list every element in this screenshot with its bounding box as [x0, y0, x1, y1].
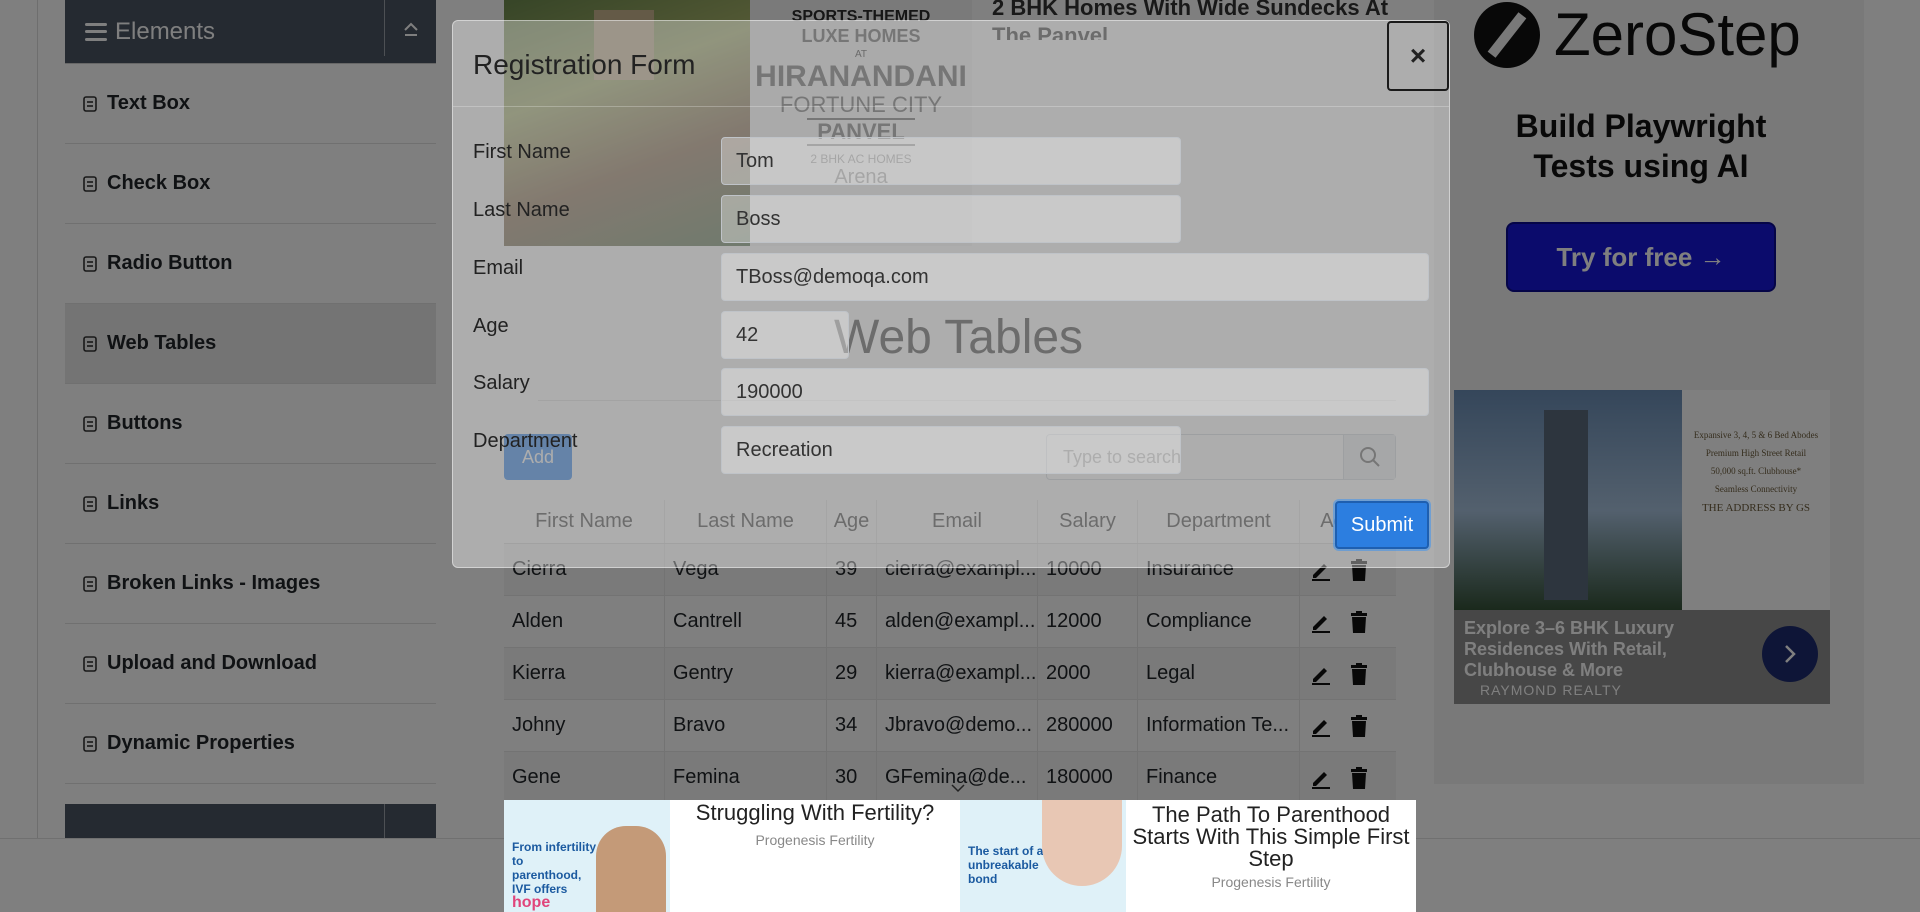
- department-input[interactable]: Recreation: [721, 426, 1181, 474]
- salary-input[interactable]: 190000: [721, 368, 1429, 416]
- last-name-input[interactable]: Boss: [721, 195, 1181, 243]
- email-label: Email: [473, 257, 524, 279]
- first-name-input[interactable]: Tom: [721, 137, 1181, 185]
- ad-source: Progenesis Fertility: [755, 832, 875, 848]
- first-name-label: First Name: [473, 141, 571, 163]
- department-label: Department: [473, 430, 578, 452]
- ad-text-block: The Path To Parenthood Starts With This …: [1126, 800, 1416, 912]
- last-name-label: Last Name: [473, 199, 570, 221]
- ad-thumb-text-line: parenthood, IVF offers: [512, 868, 582, 896]
- modal-header: Registration Form ×: [453, 21, 1449, 107]
- email-input[interactable]: TBoss@demoqa.com: [721, 253, 1429, 301]
- ad-bottom-banner[interactable]: From infertility to parenthood, IVF offe…: [504, 800, 1416, 912]
- ad-unit[interactable]: The start of an unbreakable bond The Pat…: [960, 800, 1416, 912]
- ad-thumb-text-line: unbreakable bond: [968, 858, 1039, 886]
- ad-headline: The Path To Parenthood Starts With This …: [1132, 802, 1410, 871]
- ad-hands-image: [1042, 800, 1122, 886]
- ad-thumb-text-line: The start of an: [968, 844, 1051, 858]
- registration-modal: Registration Form × First Name Tom Last …: [452, 20, 1450, 568]
- ad-unit[interactable]: From infertility to parenthood, IVF offe…: [504, 800, 960, 912]
- ad-thumbnail: From infertility to parenthood, IVF offe…: [504, 800, 670, 912]
- close-icon: ×: [1409, 40, 1427, 71]
- ad-text-block: Struggling With Fertility? Progenesis Fe…: [670, 800, 960, 912]
- ad-thumbnail: The start of an unbreakable bond: [960, 800, 1126, 912]
- ad-thumb-text-line: hope: [512, 894, 551, 911]
- ad-headline: Struggling With Fertility?: [695, 800, 935, 825]
- close-button[interactable]: ×: [1387, 21, 1449, 91]
- ad-source: Progenesis Fertility: [1211, 874, 1331, 890]
- ad-people-image: [596, 826, 666, 912]
- ad-thumb-text-line: From infertility to: [512, 840, 597, 868]
- modal-title: Registration Form: [473, 49, 696, 80]
- salary-label: Salary: [473, 372, 530, 394]
- age-input[interactable]: 42: [721, 311, 849, 359]
- submit-button[interactable]: Submit: [1335, 501, 1429, 549]
- age-label: Age: [473, 315, 509, 337]
- ad-thumb-text: From infertility to parenthood, IVF offe…: [512, 840, 602, 911]
